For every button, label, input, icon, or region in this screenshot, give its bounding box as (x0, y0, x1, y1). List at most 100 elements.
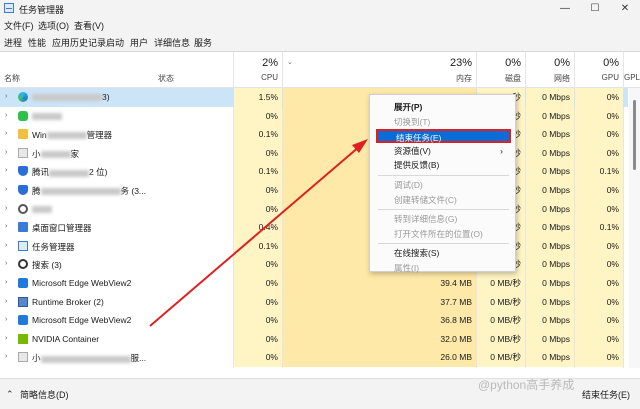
tab-startup[interactable]: 启动 (106, 36, 124, 49)
menu-view[interactable]: 查看(V) (74, 19, 104, 32)
tab-app-history[interactable]: 应用历史记录 (52, 36, 106, 49)
tab-processes[interactable]: 进程 (2, 36, 24, 54)
table-row[interactable]: › Microsoft Edge WebView2 0% 39.4 MB 0 MB/秒 0… (0, 274, 628, 293)
close-button[interactable]: ✕ (610, 0, 640, 17)
menu-file[interactable]: 文件(F) (4, 19, 34, 32)
column-name[interactable]: 名称 (4, 73, 20, 84)
expand-chevron-icon[interactable]: › (5, 167, 7, 174)
gpu-cell: 0% (575, 255, 623, 274)
menu-separator (378, 243, 509, 245)
expand-chevron-icon[interactable]: › (5, 112, 7, 119)
menu-separator (378, 175, 509, 176)
table-row[interactable]: ›桌面窗口管理器0.4%0 MB/秒0 Mbps0.1% (0, 218, 628, 237)
column-gpu-engine[interactable]: GPL (624, 73, 640, 82)
redacted-text (40, 355, 131, 363)
process-name: NVIDIA Container (32, 333, 100, 344)
collapse-chevron-icon[interactable]: ⌃ (6, 389, 14, 400)
vertical-scrollbar[interactable] (629, 88, 640, 368)
gpu-cell: 0% (575, 125, 623, 144)
network-cell: 0 Mbps (526, 255, 574, 274)
tab-performance[interactable]: 性能 (28, 36, 46, 49)
context-menu-item[interactable]: 提供反馈(B) (376, 158, 511, 172)
table-row[interactable]: › NVIDIA Container 0% 32.0 MB 0 MB/秒 0 Mbps 0% (0, 329, 628, 349)
memory-cell: 37.7 MB (283, 292, 476, 312)
gpu-cell: 0% (575, 348, 623, 367)
table-row[interactable]: ›腾讯2 位)0.1%0 MB/秒0 Mbps0.1% (0, 162, 628, 181)
menu-bar: 文件(F) 选项(O) 查看(V) (0, 17, 640, 32)
column-memory[interactable]: 内存 (283, 73, 472, 84)
network-cell: 0 Mbps (526, 125, 574, 144)
nvidia-icon (18, 333, 28, 344)
tab-details[interactable]: 详细信息 (154, 36, 190, 49)
less-details-button[interactable]: 简略信息(D) (20, 388, 69, 401)
tab-users[interactable]: 用户 (130, 36, 148, 49)
redacted-text (40, 151, 71, 159)
context-menu-item[interactable]: 资源值(V) › (376, 144, 511, 158)
expand-chevron-icon[interactable]: › (5, 130, 7, 137)
end-task-button[interactable]: 结束任务(E) (582, 388, 630, 401)
expand-chevron-icon[interactable]: › (5, 353, 7, 360)
expand-chevron-icon[interactable]: › (5, 279, 7, 286)
maximize-button[interactable]: ☐ (580, 0, 610, 17)
network-cell: 0 Mbps (526, 143, 574, 163)
memory-cell: 26.0 MB (283, 348, 476, 367)
redacted-text (32, 112, 62, 120)
expand-chevron-icon[interactable]: › (5, 316, 7, 323)
context-menu-item[interactable]: 在线搜索(S) (376, 246, 511, 260)
column-status[interactable]: 状态 (158, 73, 174, 84)
expand-chevron-icon[interactable]: › (5, 223, 7, 230)
column-disk[interactable]: 磁盘 (477, 73, 521, 84)
table-row[interactable]: ›0%0 MB/秒0 Mbps0% (0, 106, 628, 126)
expand-chevron-icon[interactable]: › (5, 149, 7, 156)
expand-chevron-icon[interactable]: › (5, 93, 7, 100)
table-row[interactable]: ›任务管理器0.1%0 MB/秒0 Mbps0% (0, 236, 628, 256)
context-menu: 展开(P) 切换到(T) 结束任务(E) 资源值(V) › 提供反馈(B) 调试(D) 创建转… (369, 94, 516, 273)
network-cell: 0 Mbps (526, 218, 574, 237)
column-cpu[interactable]: CPU (234, 73, 278, 82)
expand-chevron-icon[interactable]: › (5, 335, 7, 342)
cpu-cell: 0% (234, 255, 282, 274)
expand-chevron-icon[interactable]: › (5, 205, 7, 212)
expand-chevron-icon[interactable]: › (5, 186, 7, 193)
gpu-cell: 0% (575, 143, 623, 163)
context-menu-item[interactable]: 展开(P) (376, 100, 511, 114)
expand-chevron-icon[interactable]: › (5, 242, 7, 249)
context-menu-item[interactable]: 结束任务(E) (375, 128, 512, 145)
table-row[interactable]: ›Win管理器0.1%0 MB/秒0 Mbps0% (0, 125, 628, 144)
table-row[interactable]: ›搜索 (3)0%0 MB/秒0 Mbps0% (0, 255, 628, 274)
table-row[interactable]: ›腾务 (3...0%0 MB/秒0 Mbps0% (0, 181, 628, 200)
gpu-total: 0% (603, 57, 619, 69)
process-name: Runtime Broker (2) (32, 296, 104, 307)
table-row[interactable]: › Runtime Broker (2) 0% 37.7 MB 0 MB/秒 0 Mbps… (0, 292, 628, 312)
tab-services[interactable]: 服务 (194, 36, 212, 49)
taskmgr-icon (18, 240, 28, 251)
table-row[interactable]: › 小服... 0% 26.0 MB 0 MB/秒 0 Mbps 0% (0, 348, 628, 367)
gpu-cell: 0% (575, 274, 623, 293)
scrollbar-thumb[interactable] (633, 100, 636, 170)
context-menu-item: 切换到(T) (394, 116, 431, 127)
table-row[interactable]: ›0%0 MB/秒0 Mbps0% (0, 199, 628, 219)
column-gpu[interactable]: GPU (575, 73, 619, 82)
expand-chevron-icon[interactable]: › (5, 298, 7, 305)
redacted-text (46, 132, 87, 140)
menu-options[interactable]: 选项(O) (38, 19, 69, 32)
memory-cell: 39.4 MB (283, 274, 476, 293)
expand-chevron-icon[interactable]: › (5, 260, 7, 267)
submenu-chevron-icon: › (500, 145, 503, 156)
minimize-button[interactable]: — (550, 0, 580, 17)
gpu-cell: 0% (575, 329, 623, 349)
context-menu-item: 转到详细信息(G) (394, 214, 458, 225)
column-network[interactable]: 网络 (526, 73, 570, 84)
gpu-cell: 0.1% (575, 218, 623, 237)
table-row[interactable]: ›3)1.5%2,670.5 MB0 MB/秒0 Mbps0% (0, 88, 628, 107)
table-row[interactable]: › Microsoft Edge WebView2 0% 36.8 MB 0 MB/秒 0… (0, 311, 628, 330)
network-cell: 0 Mbps (526, 329, 574, 349)
webview-icon (18, 315, 28, 326)
cpu-cell: 0% (234, 311, 282, 330)
gpu-cell: 0.1% (575, 162, 623, 181)
process-name: 小服... (32, 353, 147, 364)
network-cell: 0 Mbps (526, 181, 574, 200)
network-cell: 0 Mbps (526, 348, 574, 367)
process-name (32, 111, 62, 121)
table-row[interactable]: ›小家0%0 MB/秒0 Mbps0% (0, 143, 628, 163)
